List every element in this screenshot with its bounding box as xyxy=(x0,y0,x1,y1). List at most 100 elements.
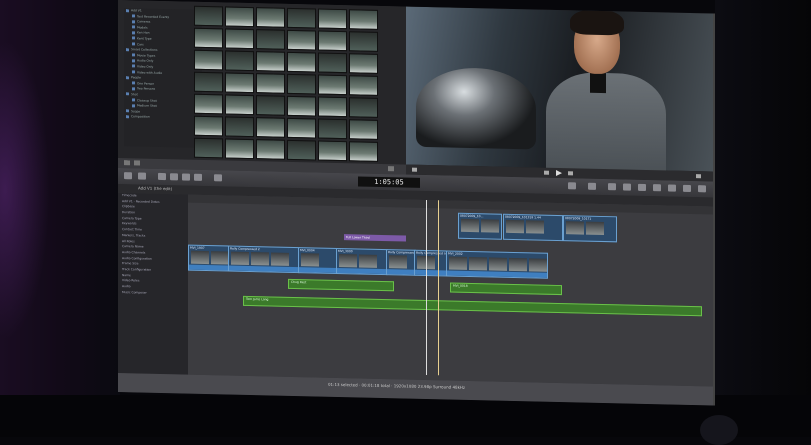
fullscreen-icon[interactable] xyxy=(412,167,417,172)
playhead[interactable] xyxy=(438,200,439,376)
library-item-label: Kent Type xyxy=(137,36,152,41)
primary-clip[interactable]: Rally Compressed 2 xyxy=(386,249,416,276)
audio-clip[interactable]: MVI_0018 xyxy=(450,282,562,296)
photo-browser-icon[interactable] xyxy=(623,183,631,191)
play-icon[interactable] xyxy=(556,169,562,177)
audio-clip[interactable]: Chug Rest xyxy=(288,278,394,292)
clip-thumbnail[interactable] xyxy=(256,95,285,116)
clip-frame xyxy=(359,254,377,268)
clip-thumbnail[interactable] xyxy=(225,6,254,28)
clip-frame xyxy=(566,221,584,235)
append-clip-icon[interactable] xyxy=(182,173,190,181)
library-item[interactable]: Composition xyxy=(124,114,202,121)
clip-thumbnail[interactable] xyxy=(256,139,285,160)
clip-thumbnail[interactable] xyxy=(225,94,254,116)
clip-thumbnail[interactable] xyxy=(349,97,378,118)
clip-thumbnail[interactable] xyxy=(194,5,223,27)
clip-thumbnail[interactable] xyxy=(194,137,223,159)
clip-frame xyxy=(271,252,289,266)
folder-icon xyxy=(132,98,135,102)
music-browser-icon[interactable] xyxy=(638,183,646,191)
insert-clip-icon[interactable] xyxy=(170,173,178,181)
audio-waveform xyxy=(415,269,447,276)
filmstrip-view-icon[interactable] xyxy=(134,160,140,166)
clip-thumbnail[interactable] xyxy=(194,27,223,49)
clip-thumbnail[interactable] xyxy=(287,117,316,139)
clip-thumbnail[interactable] xyxy=(225,72,254,94)
clip-inspector: Timecode Add V1 - Recorded Dates Clipbase D… xyxy=(118,193,188,375)
primary-clip[interactable]: MVI_1907 xyxy=(188,244,230,272)
generators-icon[interactable] xyxy=(668,184,676,192)
forward-icon[interactable] xyxy=(568,171,573,176)
clip-thumbnail[interactable] xyxy=(256,29,285,50)
retime-icon[interactable] xyxy=(588,182,596,190)
info-icon[interactable] xyxy=(698,185,706,193)
clip-label: 08072009_101318 1.44 xyxy=(505,214,541,220)
project-name: Add V1 (the edit) xyxy=(138,185,173,192)
clip-thumbnail[interactable] xyxy=(287,95,316,117)
inspector-icon[interactable] xyxy=(608,183,616,191)
clip-thumbnail[interactable] xyxy=(318,140,347,162)
enhance-icon[interactable] xyxy=(568,182,576,190)
clip-thumbnail[interactable] xyxy=(318,8,347,30)
clip-thumbnail[interactable] xyxy=(194,93,223,115)
record-voiceover-icon[interactable] xyxy=(124,172,132,180)
folder-icon xyxy=(132,59,135,63)
settings-icon[interactable] xyxy=(388,166,394,172)
clip-thumbnail[interactable] xyxy=(318,30,347,52)
primary-clip[interactable]: MVI_0004 xyxy=(298,247,338,274)
clip-thumbnail[interactable] xyxy=(225,50,254,72)
clip-thumbnail[interactable] xyxy=(318,74,347,96)
clip-label: Rally Compressed 2 xyxy=(230,246,260,252)
clip-thumbnail[interactable] xyxy=(256,117,285,138)
clip-thumbnail[interactable] xyxy=(225,138,254,160)
clip-thumbnail[interactable] xyxy=(256,7,285,28)
skimmer[interactable] xyxy=(426,199,427,376)
primary-clip[interactable]: Rally Compressed 2 xyxy=(228,245,300,274)
event-library: Add V1 Text Recorded Events Cameras Models K… xyxy=(124,8,202,148)
connected-clip[interactable]: 08072009_10... xyxy=(458,212,502,240)
clip-thumbnail[interactable] xyxy=(349,53,378,74)
clip-thumbnail[interactable] xyxy=(349,119,378,140)
clip-thumbnail[interactable] xyxy=(194,71,223,93)
clip-frame xyxy=(529,258,547,272)
clip-thumbnail[interactable] xyxy=(287,73,316,95)
clip-thumbnail[interactable] xyxy=(194,49,223,71)
clip-thumbnail[interactable] xyxy=(287,139,316,161)
clip-thumbnail[interactable] xyxy=(225,28,254,50)
clip-thumbnail[interactable] xyxy=(194,115,223,137)
clip-thumbnail[interactable] xyxy=(287,7,316,29)
clip-thumbnail[interactable] xyxy=(349,75,378,96)
tool-select-icon[interactable] xyxy=(214,174,222,182)
clip-thumbnail[interactable] xyxy=(287,51,316,73)
audio-clip[interactable]: Tom Jams Long xyxy=(243,295,702,317)
clip-thumbnail[interactable] xyxy=(287,29,316,51)
clip-thumbnail[interactable] xyxy=(318,96,347,118)
connected-clip[interactable]: 08072009_101318 1.44 xyxy=(503,213,563,242)
library-item-label: Two Persons xyxy=(137,86,156,92)
clip-thumbnail[interactable] xyxy=(318,52,347,74)
overwrite-clip-icon[interactable] xyxy=(194,173,202,181)
clip-thumbnail[interactable] xyxy=(256,51,285,72)
rewind-icon[interactable] xyxy=(544,170,549,175)
library-item-label: Add V1 xyxy=(131,8,142,13)
event-browser-icon[interactable] xyxy=(138,172,146,180)
clip-thumbnail[interactable] xyxy=(349,141,378,162)
clip-thumbnail[interactable] xyxy=(349,9,378,30)
inspector-row[interactable]: Music Composer xyxy=(118,290,188,297)
primary-clip[interactable]: MVI_3000 xyxy=(336,247,388,276)
list-view-icon[interactable] xyxy=(124,160,130,166)
title-clip[interactable]: Full Lower Third xyxy=(344,234,406,242)
clip-thumbnail[interactable] xyxy=(349,31,378,52)
clip-thumbnail[interactable] xyxy=(225,116,254,138)
primary-clip[interactable]: MVI_2002 xyxy=(446,250,548,279)
primary-clip[interactable]: Rally Compressed auto xyxy=(414,249,448,277)
clip-thumbnail[interactable] xyxy=(256,73,285,94)
titles-browser-icon[interactable] xyxy=(653,184,661,192)
connect-clip-icon[interactable] xyxy=(158,172,166,181)
dashboard-timecode[interactable]: 1:05:05 xyxy=(358,176,420,188)
clip-thumbnail[interactable] xyxy=(318,118,347,140)
connected-clip[interactable]: 08072009_10171 xyxy=(563,215,617,243)
themes-icon[interactable] xyxy=(683,184,691,193)
volume-icon[interactable] xyxy=(696,174,701,179)
